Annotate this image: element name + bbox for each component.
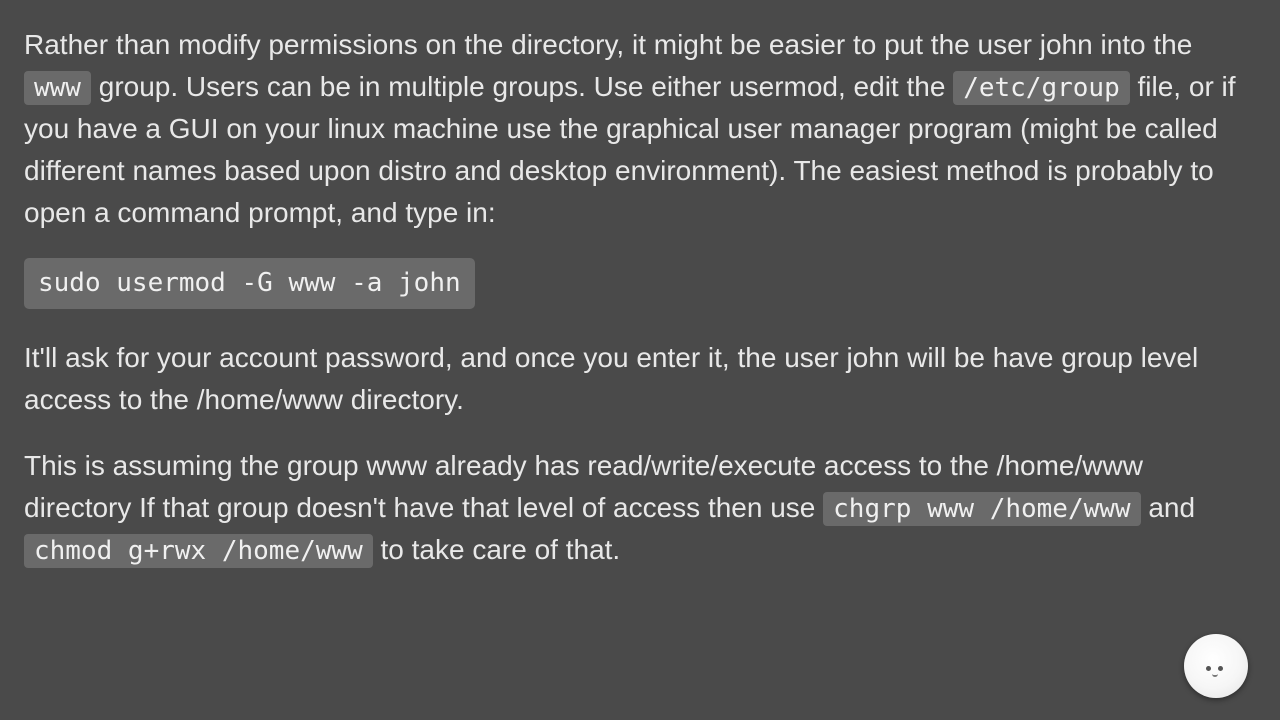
text: and — [1141, 492, 1196, 523]
text: Rather than modify permissions on the di… — [24, 29, 1192, 60]
text: group. Users can be in multiple groups. … — [91, 71, 953, 102]
inline-code-chmod: chmod g+rwx /home/www — [24, 534, 373, 568]
avatar-icon — [1184, 634, 1248, 698]
code-block-usermod: sudo usermod -G www -a john — [24, 258, 475, 309]
paragraph-3: This is assuming the group www already h… — [24, 445, 1256, 571]
inline-code-chgrp: chgrp www /home/www — [823, 492, 1140, 526]
text: to take care of that. — [373, 534, 620, 565]
inline-code-www: www — [24, 71, 91, 105]
paragraph-1: Rather than modify permissions on the di… — [24, 24, 1256, 234]
paragraph-2: It'll ask for your account password, and… — [24, 337, 1256, 421]
inline-code-etc-group: /etc/group — [953, 71, 1130, 105]
answer-body: Rather than modify permissions on the di… — [0, 0, 1280, 619]
